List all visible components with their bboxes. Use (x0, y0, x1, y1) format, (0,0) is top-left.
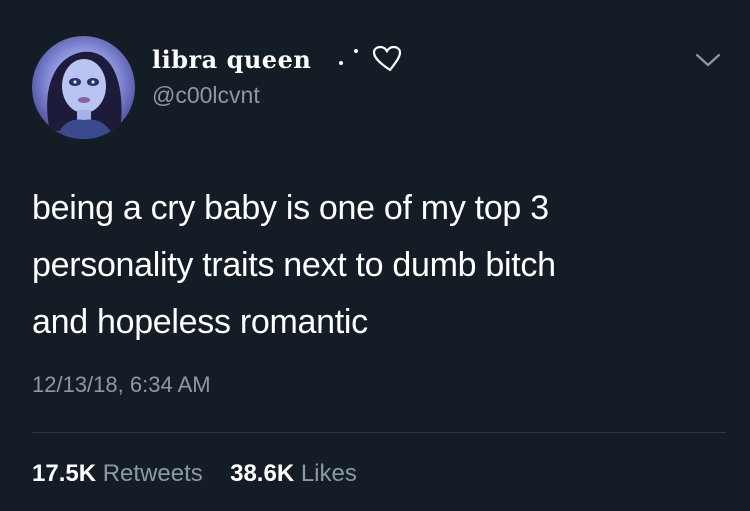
tweet-text-line: personality traits next to dumb bitch (32, 246, 556, 284)
tweet-card: libra queen @c00lcvnt being a cry baby i… (0, 0, 750, 511)
tweet-stats: 17.5K Retweets 38.6K Likes (32, 460, 357, 488)
retweets-label[interactable]: Retweets (103, 460, 203, 487)
avatar[interactable] (32, 36, 135, 139)
tweet-text-line: being a cry baby is one of my top 3 (32, 189, 549, 227)
user-handle[interactable]: @c00lcvnt (152, 82, 260, 109)
display-name[interactable]: libra queen (152, 45, 311, 74)
retweets-count[interactable]: 17.5K (32, 460, 96, 487)
tweet-text-line: and hopeless romantic (32, 303, 368, 341)
divider (32, 432, 726, 433)
heart-outline-icon (339, 45, 402, 72)
tweet-text: being a cry baby is one of my top 3 pers… (32, 180, 732, 351)
likes-count[interactable]: 38.6K (230, 460, 294, 487)
chevron-down-icon[interactable] (694, 50, 722, 70)
likes-label[interactable]: Likes (301, 460, 357, 487)
tweet-timestamp[interactable]: 12/13/18, 6:34 AM (32, 372, 211, 398)
